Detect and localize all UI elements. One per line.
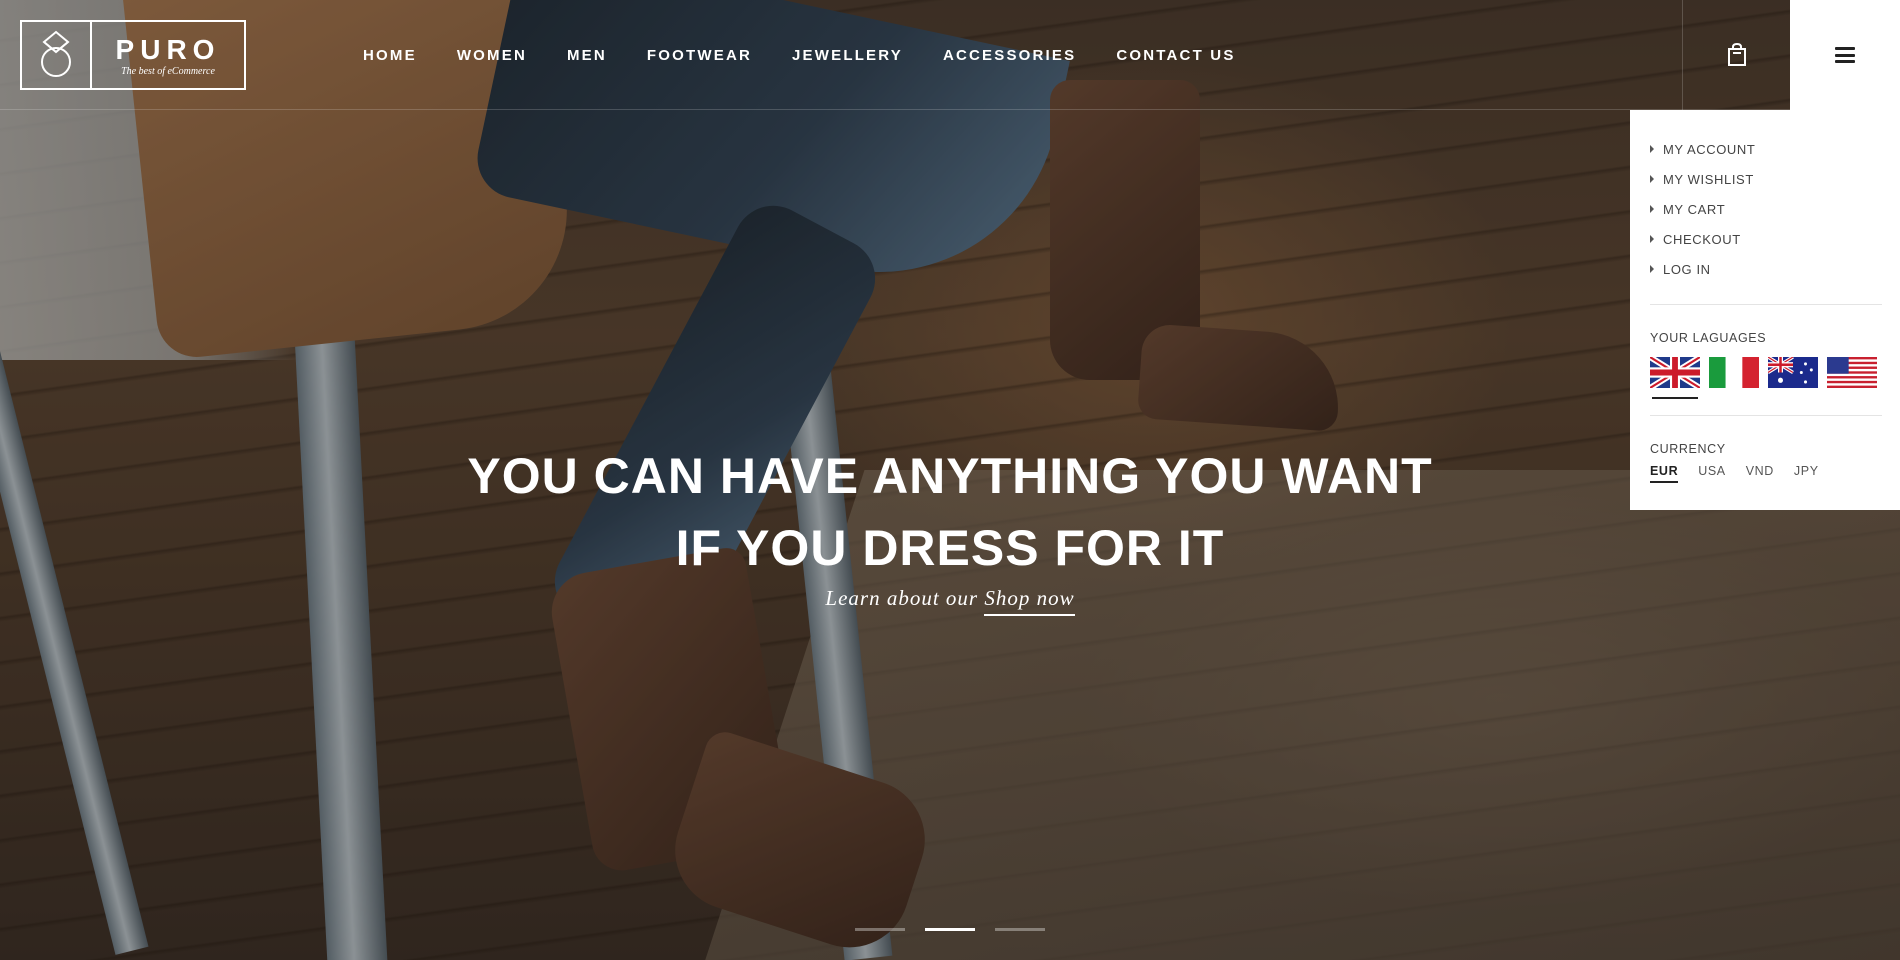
language-option-uk[interactable] — [1648, 354, 1702, 399]
australia-flag-icon — [1767, 355, 1818, 388]
brand-tagline: The best of eCommerce — [121, 65, 215, 77]
shopping-bag-icon — [1727, 43, 1746, 66]
hero-headline-line-1: YOU CAN HAVE ANYTHING YOU WANT — [467, 448, 1433, 504]
shop-now-link[interactable]: Shop now — [984, 586, 1075, 616]
link-label: MY ACCOUNT — [1663, 141, 1756, 157]
hero-subtitle-text: Learn about our — [825, 586, 979, 610]
hero-subtitle: Learn about our Shop now — [0, 586, 1900, 616]
nav-item-men[interactable]: MEN — [567, 47, 607, 65]
divider — [1650, 304, 1882, 305]
language-option-italy[interactable] — [1709, 357, 1759, 393]
link-label: LOG IN — [1663, 261, 1711, 277]
slide-indicator-2[interactable] — [925, 928, 975, 931]
caret-right-icon — [1650, 265, 1654, 273]
link-label: MY WISHLIST — [1663, 171, 1754, 187]
link-log-in[interactable]: LOG IN — [1650, 254, 1880, 284]
account-links: MY ACCOUNT MY WISHLIST MY CART CHECKOUT … — [1650, 134, 1880, 284]
nav-item-home[interactable]: HOME — [363, 47, 417, 65]
caret-right-icon — [1650, 205, 1654, 213]
site-header: PURO The best of eCommerce HOME WOMEN ME… — [0, 0, 1900, 110]
link-label: CHECKOUT — [1663, 231, 1741, 247]
nav-item-accessories[interactable]: ACCESSORIES — [943, 47, 1076, 65]
main-nav: HOME WOMEN MEN FOOTWEAR JEWELLERY ACCESS… — [363, 47, 1276, 65]
italy-flag-icon — [1709, 357, 1759, 388]
slider-pagination — [855, 928, 1065, 931]
caret-right-icon — [1650, 145, 1654, 153]
hero-headline-line-2: IF YOU DRESS FOR IT — [675, 520, 1225, 576]
languages-heading: YOUR LAGUAGES — [1650, 331, 1767, 345]
slide-indicator-3[interactable] — [995, 928, 1045, 931]
usa-flag-icon — [1827, 357, 1877, 389]
cart-button[interactable] — [1682, 0, 1790, 110]
brand-name: PURO — [115, 33, 221, 65]
link-my-cart[interactable]: MY CART — [1650, 194, 1880, 224]
slide-indicator-1[interactable] — [855, 928, 905, 931]
nav-item-contact-us[interactable]: CONTACT US — [1116, 47, 1235, 65]
brand-logo[interactable]: PURO The best of eCommerce — [20, 20, 246, 90]
logo-text: PURO The best of eCommerce — [92, 22, 244, 88]
link-checkout[interactable]: CHECKOUT — [1650, 224, 1880, 254]
language-option-australia[interactable] — [1767, 355, 1818, 393]
language-option-usa[interactable] — [1827, 357, 1877, 393]
link-my-wishlist[interactable]: MY WISHLIST — [1650, 164, 1880, 194]
divider — [1650, 415, 1882, 416]
uk-flag-icon — [1648, 354, 1702, 391]
link-label: MY CART — [1663, 201, 1726, 217]
link-my-account[interactable]: MY ACCOUNT — [1650, 134, 1880, 164]
menu-toggle-button[interactable] — [1790, 0, 1900, 110]
logo-mark-icon — [22, 22, 92, 88]
language-flags — [1648, 354, 1880, 399]
hamburger-menu-icon — [1835, 47, 1855, 63]
caret-right-icon — [1650, 235, 1654, 243]
nav-item-women[interactable]: WOMEN — [457, 47, 527, 65]
nav-item-jewellery[interactable]: JEWELLERY — [792, 47, 903, 65]
nav-item-footwear[interactable]: FOOTWEAR — [647, 47, 752, 65]
caret-right-icon — [1650, 175, 1654, 183]
